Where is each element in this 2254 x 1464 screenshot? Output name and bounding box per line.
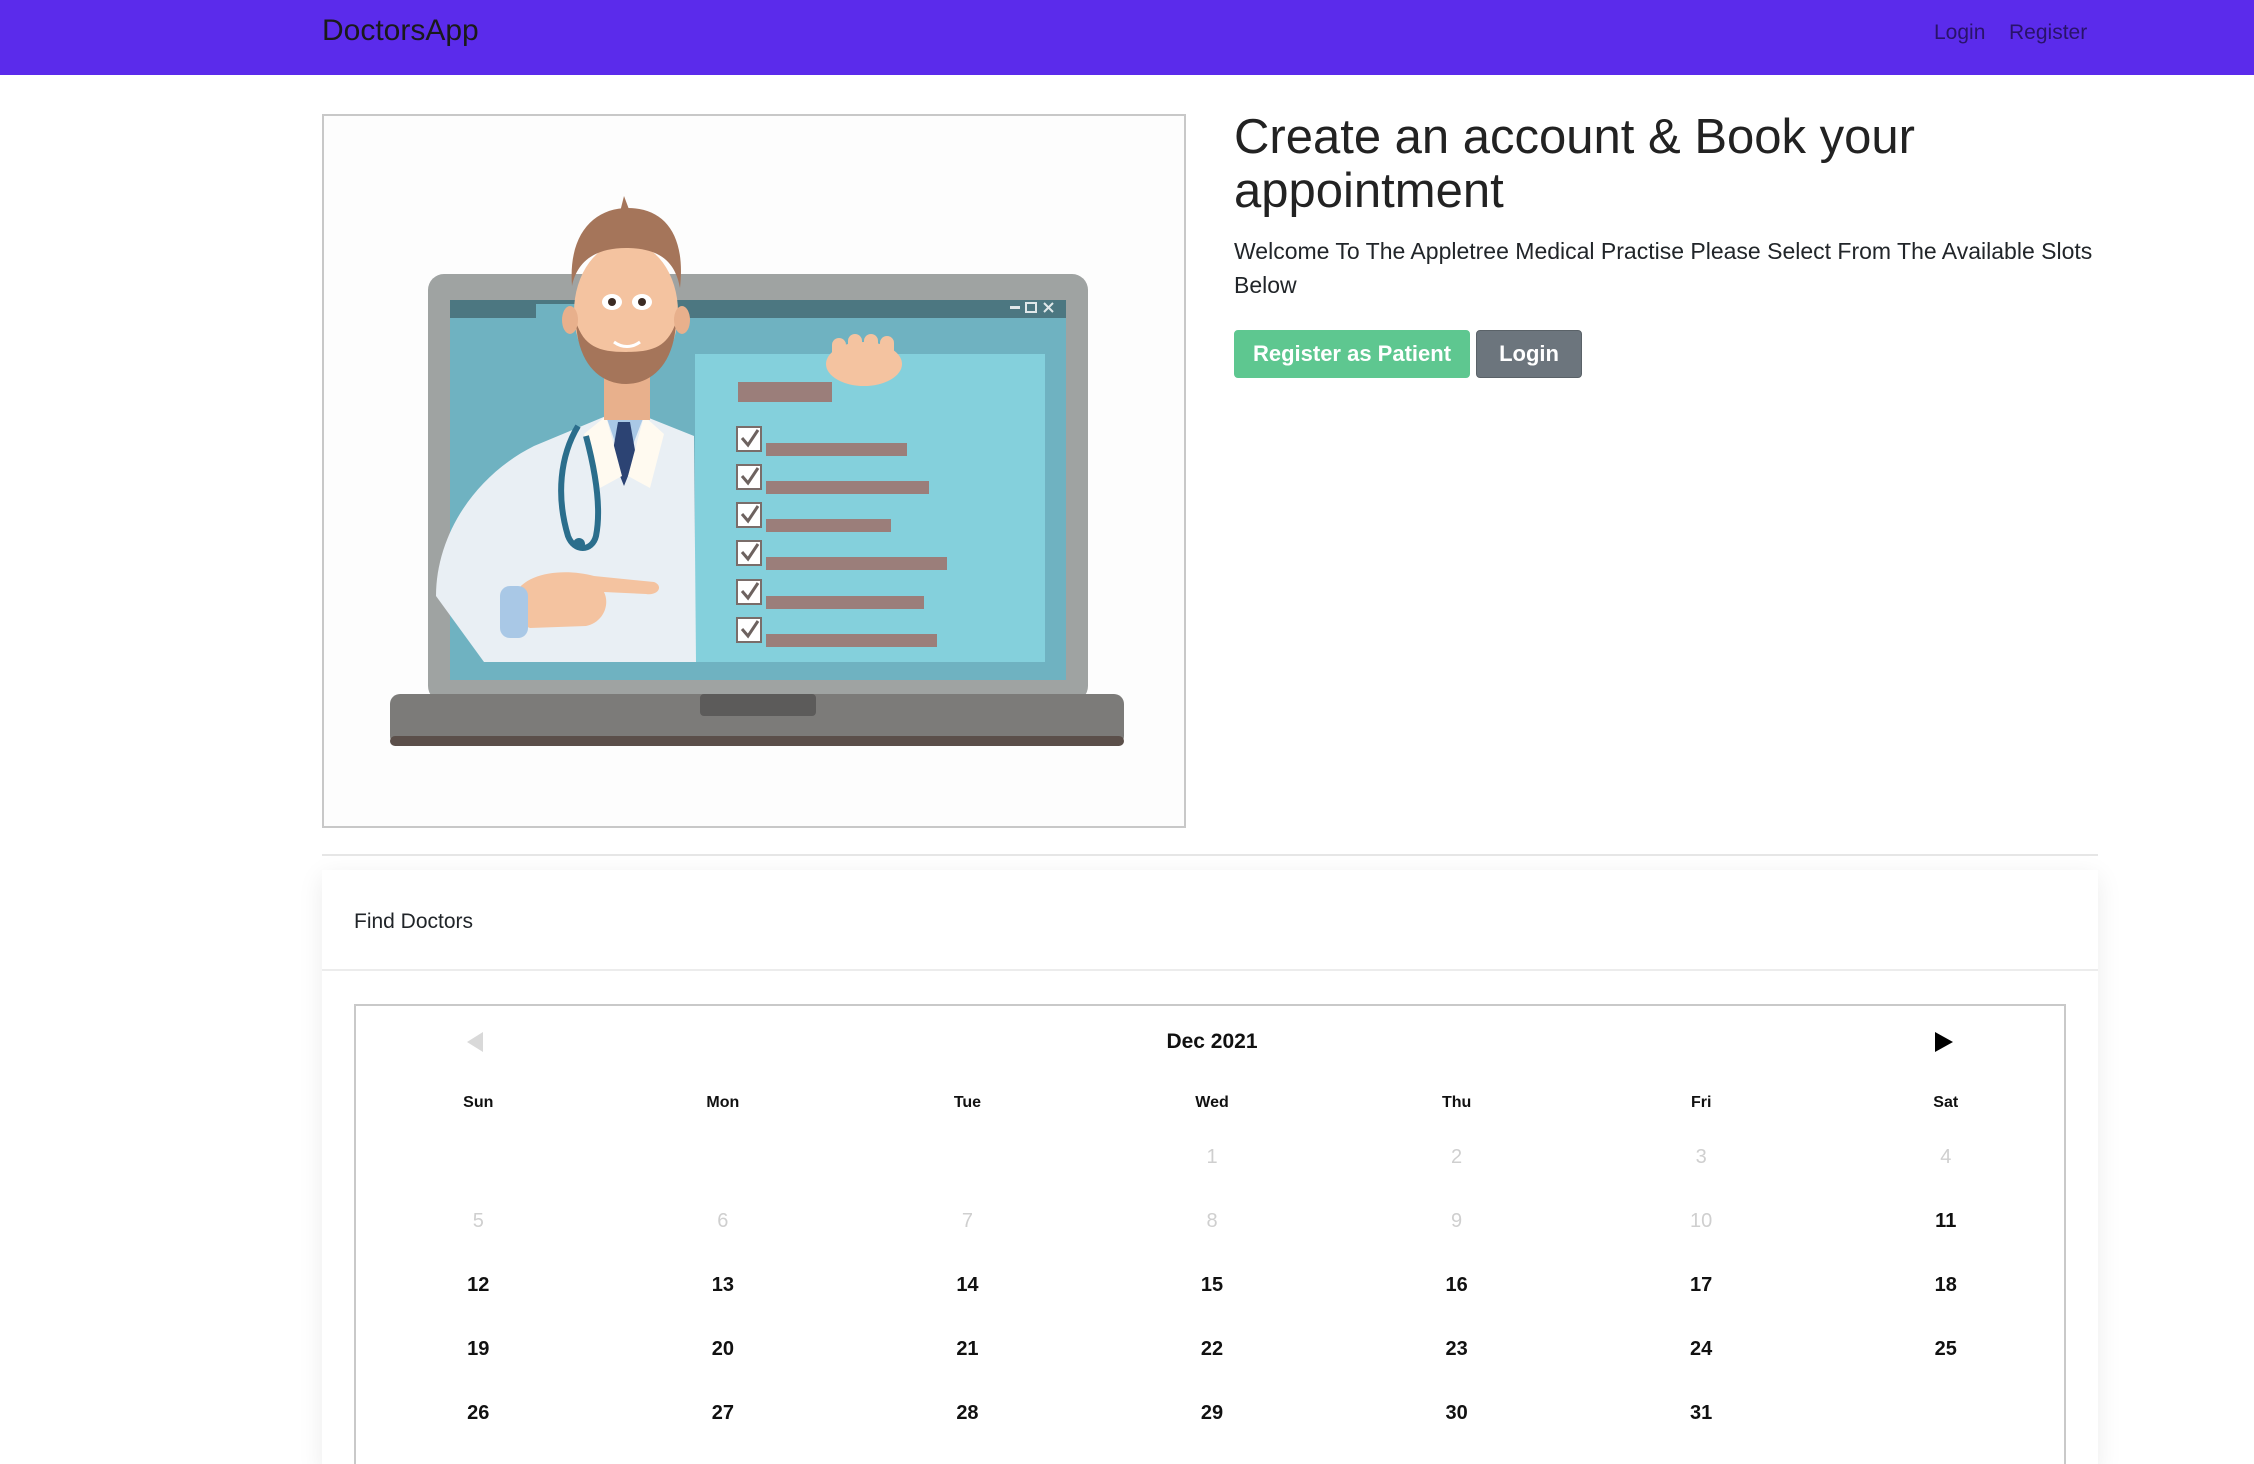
calendar-empty-cell (845, 1137, 1090, 1201)
calendar-day: 2 (1451, 1146, 1463, 1168)
nav-login-link[interactable]: Login (1934, 21, 1985, 45)
calendar-day: 9 (1451, 1210, 1463, 1232)
doctor-laptop-image (324, 116, 1184, 826)
brand-logo-link[interactable]: DoctorsApp (322, 14, 479, 48)
hero-subtitle: Welcome To The Appletree Medical Practis… (1234, 238, 2093, 298)
calendar-day: 7 (961, 1210, 973, 1232)
calendar-day[interactable]: 22 (1090, 1329, 1335, 1393)
login-button[interactable]: Login (1476, 330, 1582, 378)
calendar-day[interactable]: 24 (1579, 1329, 1824, 1393)
weekday-label: Wed (1195, 1094, 1229, 1111)
calendar-day: 5 (472, 1210, 484, 1232)
calendar-day[interactable]: 30 (1334, 1393, 1579, 1457)
find-doctors-title: Find Doctors (354, 910, 474, 933)
calendar-day: 8 (1206, 1210, 1218, 1232)
nav-register-link[interactable]: Register (2009, 21, 2087, 45)
weekday-label: Sat (1933, 1094, 1959, 1111)
find-doctors-header: Find Doctors (322, 870, 2098, 971)
weekday-label: Sun (463, 1094, 494, 1111)
calendar-weekday-row: Sun Mon Tue Wed Thu Fri Sat (356, 1088, 2068, 1118)
triangle-right-icon[interactable] (1923, 1022, 1963, 1062)
weekday-label: Fri (1690, 1094, 1712, 1111)
hero-illustration (322, 114, 1186, 828)
calendar-day: 4 (1940, 1146, 1952, 1168)
calendar-day[interactable]: 20 (601, 1329, 846, 1393)
calendar-day[interactable]: 12 (356, 1265, 601, 1329)
calendar-day[interactable]: 18 (1823, 1265, 2068, 1329)
calendar-day[interactable]: 11 (1823, 1201, 2068, 1265)
calendar-day[interactable]: 14 (845, 1265, 1090, 1329)
hero-title: Create an account & Book your appointmen… (1234, 110, 1915, 218)
weekday-label: Mon (706, 1094, 740, 1111)
find-doctors-card: Find Doctors Dec 2021 Sun Mon Tue Wed Th… (322, 870, 2098, 1464)
calendar-day[interactable]: 13 (601, 1265, 846, 1329)
calendar-grid: Sun Mon Tue Wed Thu Fri Sat 1 2 3 4 5 6 7 8 9 10 1… (356, 1088, 2068, 1457)
calendar-day[interactable]: 29 (1090, 1393, 1335, 1457)
calendar-day: 6 (717, 1210, 729, 1232)
section-divider (322, 854, 2098, 856)
calendar-day[interactable]: 31 (1579, 1393, 1824, 1457)
calendar-day[interactable]: 27 (601, 1393, 846, 1457)
calendar-day[interactable]: 28 (845, 1393, 1090, 1457)
calendar-empty-cell (601, 1137, 846, 1201)
calendar-day[interactable]: 26 (356, 1393, 601, 1457)
calendar-day[interactable]: 21 (845, 1329, 1090, 1393)
appointment-calendar: Dec 2021 Sun Mon Tue Wed Thu Fri Sat 123… (354, 1004, 2066, 1464)
calendar-day[interactable]: 19 (356, 1329, 601, 1393)
calendar-day[interactable]: 23 (1334, 1329, 1579, 1393)
calendar-empty-cell (1823, 1393, 2068, 1457)
calendar-week-row: 1 2 3 4 (356, 1137, 2068, 1201)
calendar-week-row: 26 27 28 29 30 31 (356, 1393, 2068, 1457)
calendar-weeks: 1 2 3 4 5 6 7 8 9 10 11 12 13 14 15 16 17 18 19 20 21 22 23 24 2… (356, 1137, 2068, 1457)
calendar-day: 3 (1695, 1146, 1707, 1168)
calendar-day[interactable]: 25 (1823, 1329, 2068, 1393)
top-navbar: DoctorsApp Login Register (0, 0, 2254, 75)
calendar-week-row: 5 6 7 8 9 10 11 (356, 1201, 2068, 1265)
calendar-month-label: Dec 2021 (1166, 1030, 1258, 1053)
weekday-label: Thu (1441, 1094, 1472, 1111)
register-as-patient-button[interactable]: Register as Patient (1234, 330, 1470, 378)
calendar-day: 10 (1690, 1210, 1713, 1232)
calendar-day[interactable]: 15 (1090, 1265, 1335, 1329)
calendar-week-row: 19 20 21 22 23 24 25 (356, 1329, 2068, 1393)
calendar-day[interactable]: 17 (1579, 1265, 1824, 1329)
calendar-empty-cell (356, 1137, 601, 1201)
calendar-day[interactable]: 16 (1334, 1265, 1579, 1329)
calendar-week-row: 12 13 14 15 16 17 18 (356, 1265, 2068, 1329)
calendar-day: 1 (1206, 1146, 1218, 1168)
weekday-label: Tue (953, 1094, 982, 1111)
